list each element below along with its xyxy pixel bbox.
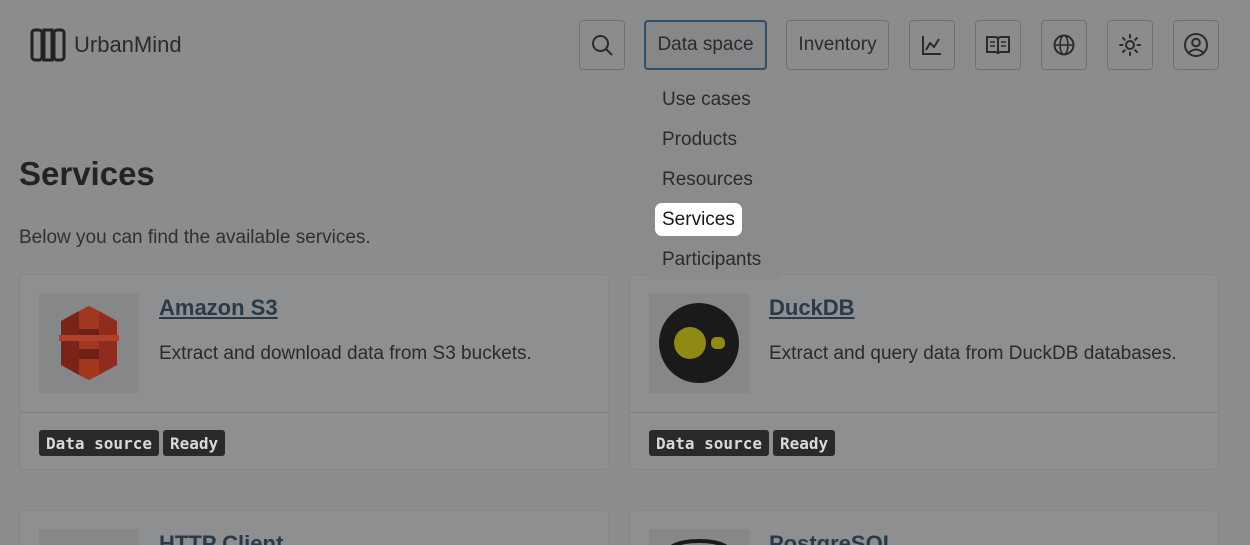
brand-name: UrbanMind (74, 32, 182, 57)
theme-icon (1119, 34, 1141, 56)
menu-item-resources[interactable]: Resources (655, 163, 760, 196)
card-title-link[interactable]: HTTP Client (159, 531, 283, 545)
theme-toggle-button[interactable] (1107, 20, 1153, 70)
postgresql-logo (649, 529, 749, 545)
globe-icon (1053, 34, 1075, 56)
card-description: Extract and download data from S3 bucket… (159, 343, 532, 364)
service-card-duckdb: DuckDB Extract and query data from DuckD… (629, 274, 1219, 470)
nav-data-space[interactable]: Data space (644, 20, 767, 70)
urbanmind-logo-icon (30, 28, 66, 62)
duckdb-logo (649, 293, 749, 393)
amazon-s3-logo (39, 293, 139, 393)
chart-button[interactable] (909, 20, 955, 70)
tag-data-source: Data source (39, 430, 159, 456)
tag-ready: Ready (162, 430, 226, 456)
card-header: DuckDB Extract and query data from DuckD… (630, 275, 1218, 413)
account-icon (1184, 33, 1208, 57)
brand[interactable]: UrbanMind (30, 27, 182, 63)
card-header: Amazon S3 Extract and download data from… (20, 275, 608, 413)
nav-inventory[interactable]: Inventory (786, 20, 889, 70)
service-card-amazon-s3: Amazon S3 Extract and download data from… (19, 274, 609, 470)
card-title-link[interactable]: Amazon S3 (159, 295, 278, 321)
search-button[interactable] (579, 20, 625, 70)
card-tags: Data source Ready (649, 430, 836, 456)
page-title: Services (19, 155, 155, 192)
tag-data-source: Data source (649, 430, 769, 456)
service-card-postgresql: PostgreSQL (629, 510, 1219, 545)
page-description: Below you can find the available service… (19, 227, 371, 248)
menu-item-services[interactable]: Services (655, 203, 742, 236)
card-description: Extract and query data from DuckDB datab… (769, 343, 1177, 364)
card-tags: Data source Ready (39, 430, 226, 456)
card-title-link[interactable]: DuckDB (769, 295, 855, 321)
tag-ready: Ready (772, 430, 836, 456)
card-title-link[interactable]: PostgreSQL (769, 531, 896, 545)
account-button[interactable] (1173, 20, 1219, 70)
data-space-dropdown: Use cases Products Resources Services Pa… (646, 78, 780, 280)
menu-item-use-cases[interactable]: Use cases (655, 83, 758, 116)
book-icon (986, 36, 1010, 55)
search-icon (592, 35, 613, 56)
language-button[interactable] (1041, 20, 1087, 70)
docs-button[interactable] (975, 20, 1021, 70)
http-client-logo (39, 529, 139, 545)
service-card-http-client: HTTP Client (19, 510, 609, 545)
menu-item-products[interactable]: Products (655, 123, 744, 156)
chart-icon (922, 36, 941, 55)
menu-item-participants[interactable]: Participants (655, 243, 768, 276)
